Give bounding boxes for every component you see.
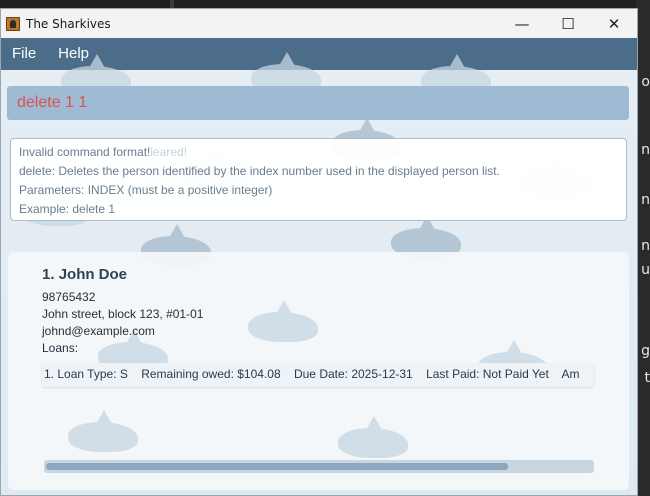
result-line: Example: delete 1 [19,202,116,216]
menu-file[interactable]: File [1,38,47,70]
person-index: 1. [42,266,55,283]
window-title: The Sharkives [26,16,111,31]
desktop-glyph: g [641,343,650,359]
main-content: delete 1 1 Invalid command format!leared… [1,52,637,495]
loan-entry[interactable]: 1. Loan Type: S Remaining owed: $104.08 … [42,363,594,387]
command-input[interactable]: delete 1 1 [7,86,629,120]
horizontal-scrollbar[interactable] [44,460,594,473]
app-window: The Sharkives — ☐ ✕ File Help delete 1 1… [0,8,638,496]
desktop-glyph: t [644,370,650,386]
loan-amount: Am [561,367,580,381]
close-icon[interactable]: ✕ [591,9,637,38]
result-error-text: Invalid command format! [19,145,151,159]
desktop-glyph: u [641,262,650,278]
minimize-icon[interactable]: — [499,9,545,38]
desktop-glyph: n [641,192,650,208]
result-line: delete: Deletes the person identified by… [19,164,500,178]
desktop-divider [170,0,174,8]
shark-wallpaper-icon [338,416,408,458]
result-line: Parameters: INDEX (must be a positive in… [19,183,273,197]
desktop-glyph: n [641,238,650,254]
person-name: 1. John Doe [42,266,602,283]
loan-remaining: Remaining owed: $104.08 [141,367,281,381]
desktop-background [0,0,650,8]
person-name-text: John Doe [58,266,128,283]
desktop-glyph: n [641,142,650,158]
result-display: Invalid command format!leared! delete: D… [10,138,627,221]
desktop-side-text: o n n n u g t [636,0,650,496]
scrollbar-thumb[interactable] [46,463,508,470]
person-loans-label: Loans: [42,341,79,355]
person-card[interactable]: 1. John Doe 98765432 John street, block … [42,266,602,387]
shark-app-icon [6,16,20,31]
title-bar[interactable]: The Sharkives — ☐ ✕ [1,9,637,38]
loan-type: 1. Loan Type: S [44,367,128,381]
person-list-panel: 1. John Doe 98765432 John street, block … [8,252,629,490]
loan-last-paid: Last Paid: Not Paid Yet [426,367,549,381]
shark-wallpaper-icon [68,410,138,452]
person-phone: 98765432 [42,290,96,304]
result-ghost-text: leared! [150,145,188,159]
desktop-glyph: o [641,74,650,90]
result-line: Invalid command format!leared! [19,143,618,162]
person-address: John street, block 123, #01-01 [42,307,204,321]
loan-due-date: Due Date: 2025-12-31 [293,367,413,381]
person-email: johnd@example.com [42,324,155,338]
maximize-icon[interactable]: ☐ [545,9,591,38]
